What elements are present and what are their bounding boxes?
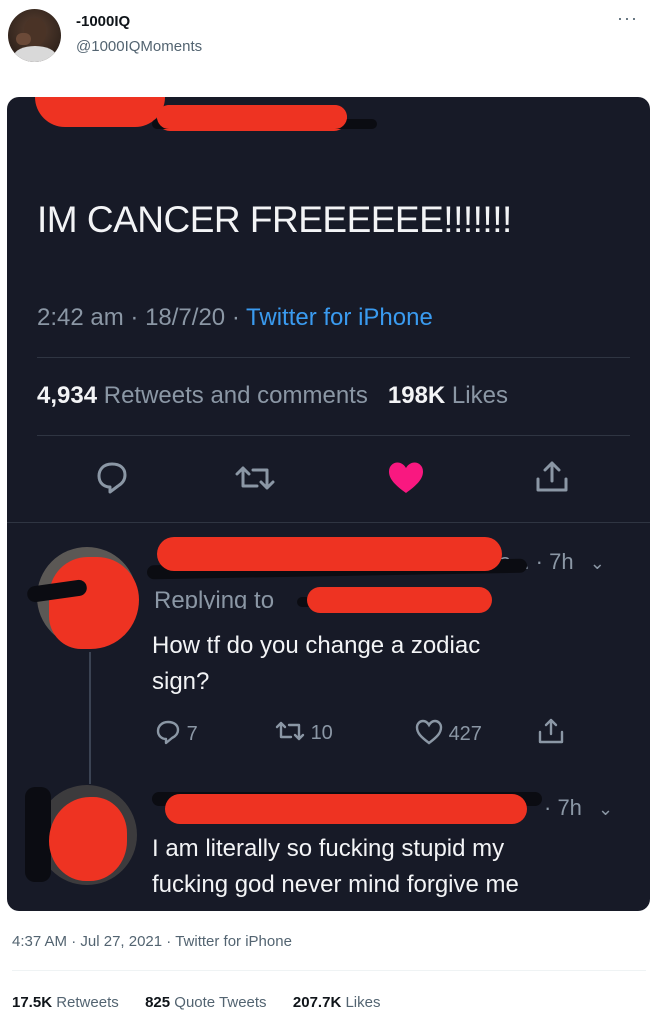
redaction-stroke bbox=[25, 787, 51, 882]
reply1-replies-count: 7 bbox=[186, 723, 198, 745]
reply2-meta: · 7h ⌄ bbox=[544, 795, 613, 821]
quote-tweets-count: 825 bbox=[145, 994, 171, 1011]
screenshot-retweets-label[interactable]: Retweets and comments bbox=[104, 382, 368, 409]
reply2-text: I am literally so fucking stupid my fuck… bbox=[152, 831, 519, 903]
retweet-icon[interactable] bbox=[275, 719, 305, 743]
likes-label: Likes bbox=[345, 994, 381, 1011]
screenshot-date: 18/7/20 bbox=[145, 304, 226, 331]
reply1-replying-label: Replying to bbox=[154, 587, 275, 609]
chevron-down-icon[interactable]: ⌄ bbox=[590, 553, 605, 574]
reply-icon[interactable] bbox=[155, 719, 181, 745]
divider bbox=[7, 522, 650, 523]
tweet-stats: 17.5K Retweets 825 Quote Tweets 207.7K L… bbox=[12, 994, 380, 1011]
screenshot-likes-label[interactable]: Likes bbox=[452, 382, 508, 409]
divider bbox=[12, 970, 646, 971]
tweet-date[interactable]: Jul 27, 2021 bbox=[80, 933, 162, 950]
quote-tweets-label: Quote Tweets bbox=[174, 994, 267, 1011]
redaction-mark bbox=[49, 557, 139, 649]
reply2-text-line: I am literally so fucking stupid my bbox=[152, 835, 505, 862]
reply1-text-line: sign? bbox=[152, 668, 210, 695]
like-heart-icon[interactable] bbox=[387, 461, 425, 495]
divider bbox=[37, 435, 630, 436]
retweets-stat[interactable]: 17.5K Retweets bbox=[12, 994, 123, 1011]
share-icon[interactable] bbox=[537, 717, 565, 745]
more-options-icon[interactable]: ··· bbox=[617, 8, 638, 29]
screenshot-source-link[interactable]: Twitter for iPhone bbox=[246, 304, 433, 331]
redaction-mark bbox=[307, 587, 492, 613]
screenshot-tweet-text: IM CANCER FREEEEEE!!!!!!! bbox=[37, 199, 512, 240]
likes-count: 207.7K bbox=[292, 994, 342, 1011]
quote-tweets-stat[interactable]: 825 Quote Tweets bbox=[145, 994, 271, 1011]
heart-outline-icon[interactable] bbox=[415, 719, 443, 745]
author-name[interactable]: -1000IQ bbox=[76, 13, 130, 30]
retweets-label: Retweets bbox=[56, 994, 119, 1011]
avatar-shirt bbox=[14, 46, 56, 62]
meta-separator: · bbox=[71, 933, 81, 950]
reply1-text: How tf do you change a zodiac sign? bbox=[152, 628, 480, 700]
redaction-mark bbox=[35, 97, 165, 127]
divider bbox=[37, 357, 630, 358]
author-avatar[interactable] bbox=[8, 9, 61, 62]
reply2-text-line: fucking god never mind forgive me bbox=[152, 871, 519, 898]
tweet-source[interactable]: Twitter for iPhone bbox=[175, 933, 292, 950]
tweet-timestamp: 4:37 AM · Jul 27, 2021 · Twitter for iPh… bbox=[12, 933, 292, 950]
screenshot-tweet-meta: 2:42 am · 18/7/20 · Twitter for iPhone bbox=[37, 304, 433, 332]
chevron-down-icon[interactable]: ⌄ bbox=[598, 799, 613, 820]
share-icon[interactable] bbox=[534, 459, 570, 495]
meta-separator: · bbox=[166, 933, 176, 950]
tweet-time[interactable]: 4:37 AM bbox=[12, 933, 67, 950]
retweet-icon[interactable] bbox=[235, 462, 275, 494]
avatar-hand bbox=[16, 33, 31, 45]
author-handle[interactable]: @1000IQMoments bbox=[76, 38, 202, 55]
reply1-like: 427 bbox=[415, 719, 482, 746]
reply2-meta-text: · 7h bbox=[544, 795, 582, 820]
meta-separator: · bbox=[231, 304, 247, 331]
reply1-retweet: 10 bbox=[275, 719, 333, 745]
redaction-mark bbox=[157, 537, 502, 571]
reply1-text-line: How tf do you change a zodiac bbox=[152, 632, 481, 659]
reply1-likes-count: 427 bbox=[448, 723, 482, 745]
screenshot-likes-count: 198K bbox=[387, 382, 446, 409]
reply1-retweets-count: 10 bbox=[310, 722, 333, 744]
redaction-mark bbox=[49, 797, 127, 881]
likes-stat[interactable]: 207.7K Likes bbox=[293, 994, 381, 1011]
reply-icon[interactable] bbox=[95, 460, 129, 494]
embedded-screenshot[interactable]: IM CANCER FREEEEEE!!!!!!! 2:42 am · 18/7… bbox=[7, 97, 650, 911]
retweets-count: 17.5K bbox=[12, 994, 53, 1011]
meta-separator: · bbox=[130, 304, 146, 331]
screenshot-time: 2:42 am bbox=[37, 304, 124, 331]
screenshot-stats: 4,934 Retweets and comments 198K Likes bbox=[37, 382, 508, 410]
redaction-mark bbox=[157, 105, 347, 129]
screenshot-retweets-count: 4,934 bbox=[37, 382, 98, 409]
reply1-actions: 7 bbox=[155, 719, 198, 746]
redaction-mark bbox=[165, 794, 527, 824]
thread-line bbox=[89, 652, 91, 784]
